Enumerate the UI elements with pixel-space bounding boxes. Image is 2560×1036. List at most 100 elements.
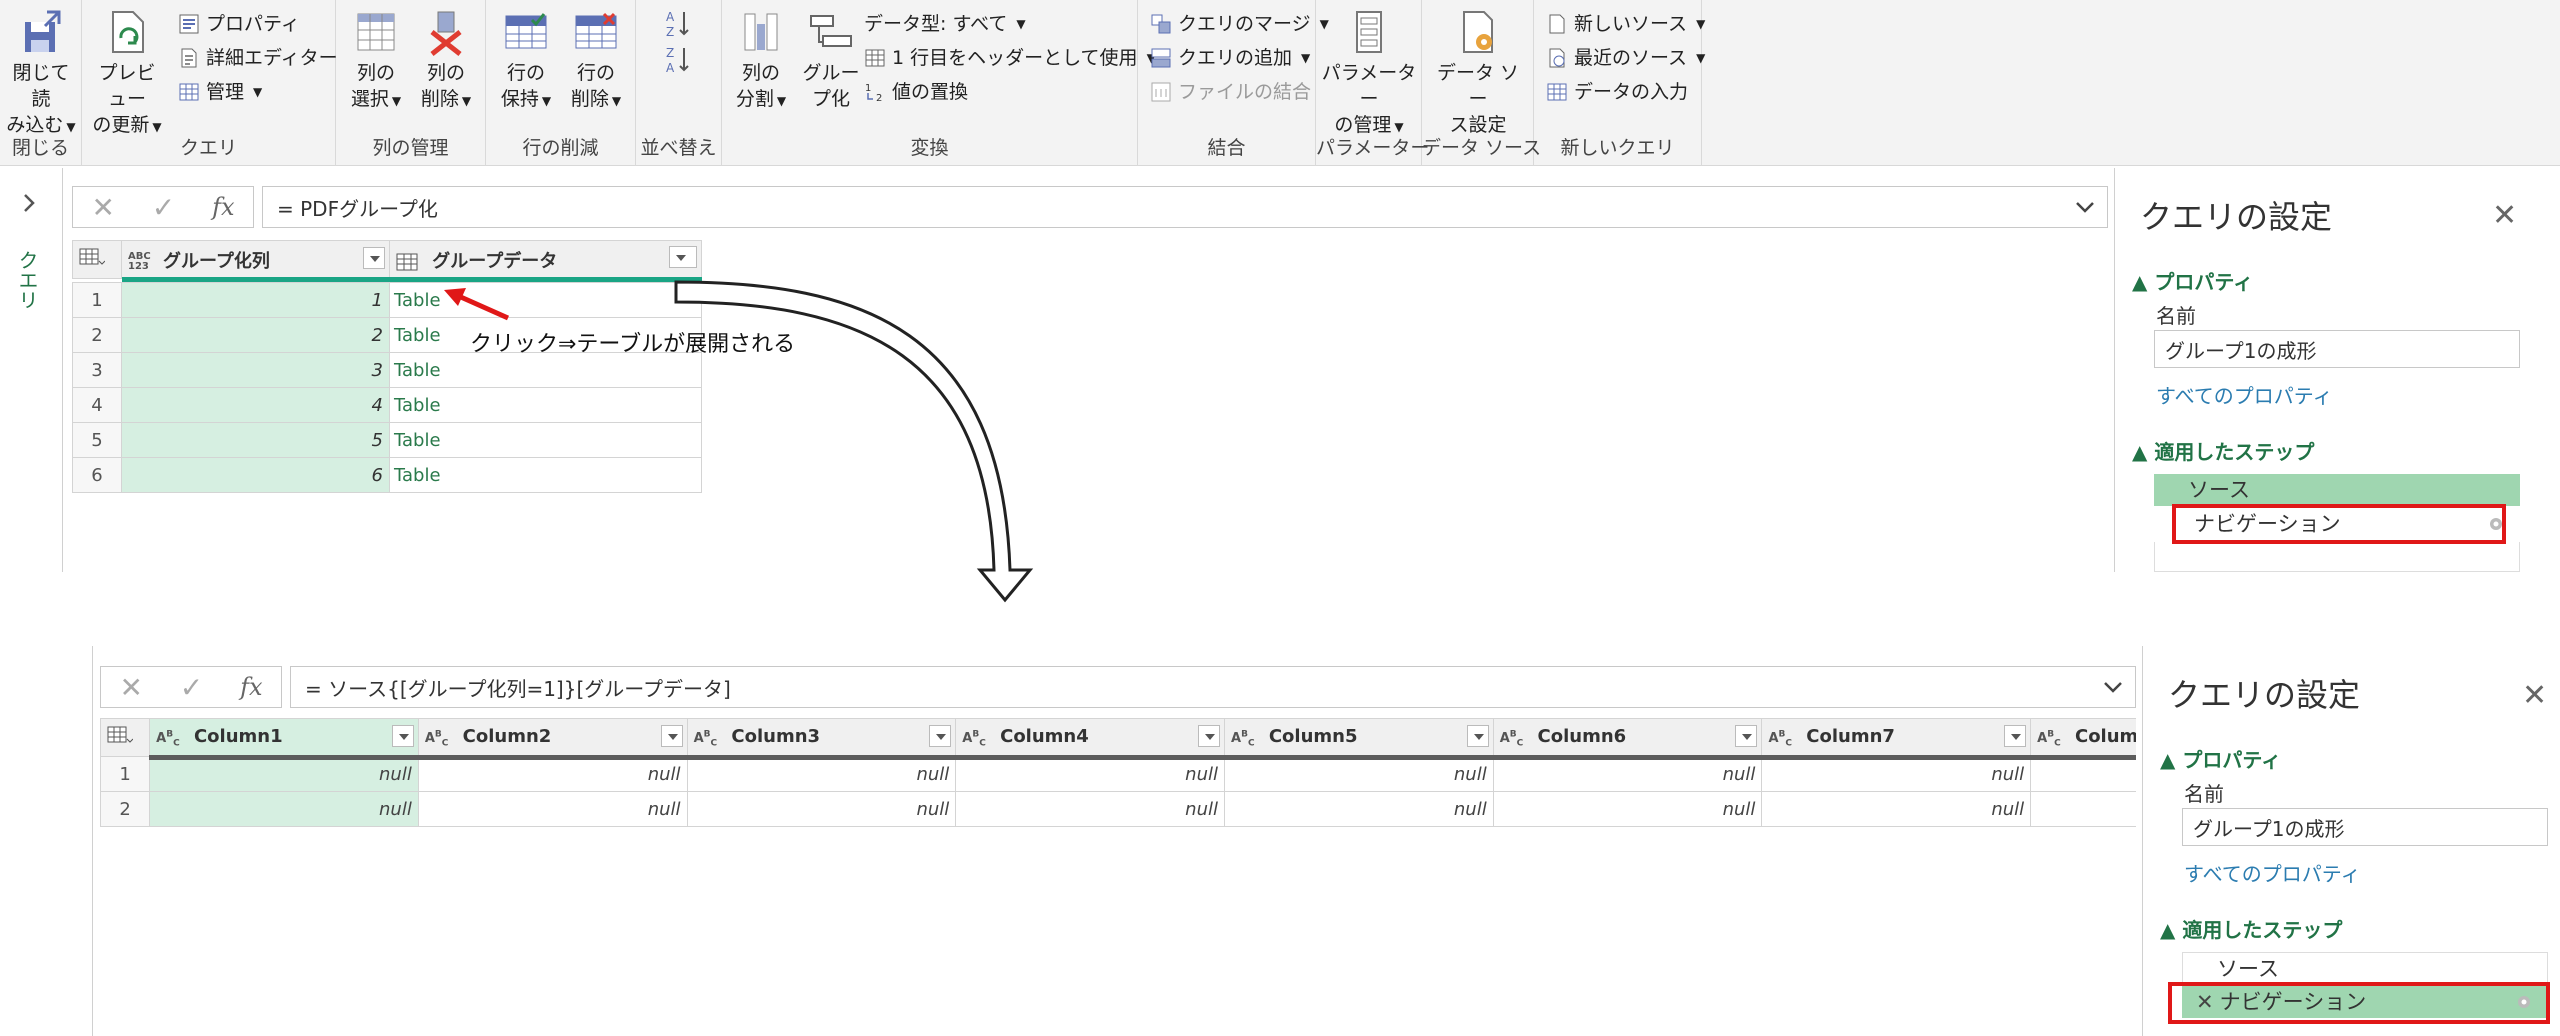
- fx-icon[interactable]: fx: [240, 673, 262, 701]
- close-icon[interactable]: ✕: [2492, 198, 2517, 233]
- null-cell[interactable]: null: [686, 791, 957, 827]
- append-queries-button[interactable]: クエリの追加 ▼: [1150, 44, 1310, 72]
- column-header-column7[interactable]: ABC Column7: [1761, 718, 2032, 757]
- use-first-row-headers-button[interactable]: 1 行目をヘッダーとして使用 ▼: [864, 44, 1156, 72]
- choose-columns-button[interactable]: 列の 選択 ▼: [342, 8, 410, 114]
- column-header-group-data[interactable]: グループデータ: [389, 240, 702, 279]
- column-header-column6[interactable]: ABC Column6: [1492, 718, 1763, 757]
- advanced-editor-button[interactable]: 詳細エディター: [178, 44, 338, 72]
- null-cell[interactable]: null: [149, 756, 419, 792]
- data-type-button[interactable]: データ型: すべて ▼: [864, 10, 1026, 38]
- row-number[interactable]: 6: [72, 457, 122, 493]
- cancel-icon[interactable]: ✕: [119, 671, 142, 704]
- enter-data-button[interactable]: データの入力: [1546, 78, 1688, 106]
- close-icon[interactable]: ✕: [2522, 678, 2547, 713]
- table-type-icon[interactable]: [396, 253, 418, 271]
- group-key-cell[interactable]: 1: [121, 282, 390, 318]
- group-key-cell[interactable]: 6: [121, 457, 390, 493]
- commit-icon[interactable]: ✓: [180, 671, 203, 704]
- step-source[interactable]: ソース: [2154, 474, 2520, 506]
- filter-dropdown-button[interactable]: [1735, 725, 1758, 747]
- column-header-column2[interactable]: ABC Column2: [417, 718, 688, 757]
- fx-icon[interactable]: fx: [212, 193, 234, 221]
- chevron-down-icon[interactable]: [2101, 675, 2125, 699]
- remove-columns-button[interactable]: 列の 削除 ▼: [412, 8, 480, 114]
- table-link-cell[interactable]: Table: [389, 422, 702, 458]
- null-cell[interactable]: null: [1224, 791, 1494, 827]
- manage-button[interactable]: 管理 ▼: [178, 78, 262, 106]
- type-any-icon[interactable]: ABC 123: [128, 251, 151, 272]
- expand-queries-button[interactable]: [18, 188, 40, 221]
- type-text-icon[interactable]: ABC: [962, 730, 986, 749]
- row-number[interactable]: 1: [72, 282, 122, 318]
- combine-files-button[interactable]: ファイルの結合: [1150, 78, 1311, 106]
- null-cell[interactable]: [2030, 791, 2136, 827]
- column-header-column1[interactable]: ABC Column1: [149, 718, 419, 757]
- null-cell[interactable]: null: [1224, 756, 1494, 792]
- row-number[interactable]: 3: [72, 352, 122, 388]
- column-header-column5[interactable]: ABC Column5: [1224, 718, 1494, 757]
- commit-icon[interactable]: ✓: [152, 191, 175, 224]
- queries-pane-label[interactable]: クエリ: [15, 250, 42, 310]
- formula-bar-bottom[interactable]: = ソース{[グループ化列=1]}[グループデータ]: [290, 666, 2136, 708]
- null-cell[interactable]: null: [417, 756, 688, 792]
- split-column-button[interactable]: 列の 分割 ▼: [728, 8, 794, 114]
- row-number[interactable]: 5: [72, 422, 122, 458]
- column-header-column8[interactable]: ABC Column8: [2030, 718, 2136, 757]
- null-cell[interactable]: null: [417, 791, 688, 827]
- filter-dropdown-button[interactable]: [929, 725, 952, 747]
- select-all-button[interactable]: [72, 240, 122, 279]
- applied-steps-section[interactable]: ▲ 適用したステップ: [2160, 914, 2342, 943]
- chevron-down-icon[interactable]: [2073, 195, 2097, 219]
- sort-asc-button[interactable]: AZ: [664, 8, 692, 38]
- cancel-icon[interactable]: ✕: [91, 191, 114, 224]
- type-text-icon[interactable]: ABC: [694, 730, 718, 749]
- step-source[interactable]: ソース: [2182, 952, 2548, 984]
- query-name-input[interactable]: グループ1の成形: [2154, 330, 2520, 368]
- column-header-column4[interactable]: ABC Column4: [955, 718, 1225, 757]
- properties-section[interactable]: ▲ プロパティ: [2160, 744, 2281, 773]
- properties-button[interactable]: プロパティ: [178, 10, 300, 38]
- filter-dropdown-button[interactable]: [1198, 725, 1220, 747]
- type-text-icon[interactable]: ABC: [1768, 730, 1792, 749]
- replace-values-button[interactable]: 12 値の置換: [864, 78, 968, 106]
- close-load-button[interactable]: 閉じて読 み込む ▼: [4, 8, 78, 140]
- group-key-cell[interactable]: 3: [121, 352, 390, 388]
- data-source-settings-button[interactable]: データ ソー ス設定: [1428, 8, 1528, 138]
- null-cell[interactable]: null: [1492, 756, 1763, 792]
- null-cell[interactable]: null: [955, 791, 1225, 827]
- all-properties-link[interactable]: すべてのプロパティ: [2156, 380, 2333, 409]
- group-key-cell[interactable]: 5: [121, 422, 390, 458]
- manage-parameters-button[interactable]: パラメーター の管理 ▼: [1320, 8, 1418, 140]
- type-text-icon[interactable]: ABC: [1500, 730, 1524, 749]
- type-text-icon[interactable]: ABC: [425, 730, 449, 749]
- null-cell[interactable]: null: [955, 756, 1225, 792]
- null-cell[interactable]: null: [686, 756, 957, 792]
- applied-steps-section[interactable]: ▲ 適用したステップ: [2132, 436, 2314, 465]
- keep-rows-button[interactable]: 行の 保持 ▼: [492, 8, 560, 114]
- filter-dropdown-button[interactable]: [391, 725, 414, 747]
- null-cell[interactable]: null: [1761, 791, 2032, 827]
- formula-bar[interactable]: = PDFグループ化: [262, 186, 2108, 228]
- null-cell[interactable]: null: [1492, 791, 1763, 827]
- table-link-cell[interactable]: Table: [389, 387, 702, 423]
- all-properties-link[interactable]: すべてのプロパティ: [2184, 858, 2361, 887]
- row-number[interactable]: 4: [72, 387, 122, 423]
- group-key-cell[interactable]: 2: [121, 317, 390, 353]
- filter-dropdown-button[interactable]: [363, 247, 385, 269]
- select-all-button[interactable]: [100, 718, 151, 757]
- row-number[interactable]: 2: [72, 317, 122, 353]
- remove-rows-button[interactable]: 行の 削除 ▼: [562, 8, 630, 114]
- filter-dropdown-button[interactable]: [660, 725, 683, 747]
- query-name-input[interactable]: グループ1の成形: [2182, 808, 2548, 846]
- type-text-icon[interactable]: ABC: [1231, 730, 1255, 749]
- null-cell[interactable]: [2030, 756, 2136, 792]
- sort-desc-button[interactable]: ZA: [664, 44, 692, 74]
- type-text-icon[interactable]: ABC: [156, 730, 180, 749]
- null-cell[interactable]: null: [149, 791, 419, 827]
- group-key-cell[interactable]: 4: [121, 387, 390, 423]
- null-cell[interactable]: null: [1761, 756, 2032, 792]
- new-source-button[interactable]: 新しいソース ▼: [1546, 10, 1705, 38]
- column-header-group-col[interactable]: ABC 123 グループ化列: [121, 240, 390, 279]
- type-text-icon[interactable]: ABC: [2037, 730, 2061, 749]
